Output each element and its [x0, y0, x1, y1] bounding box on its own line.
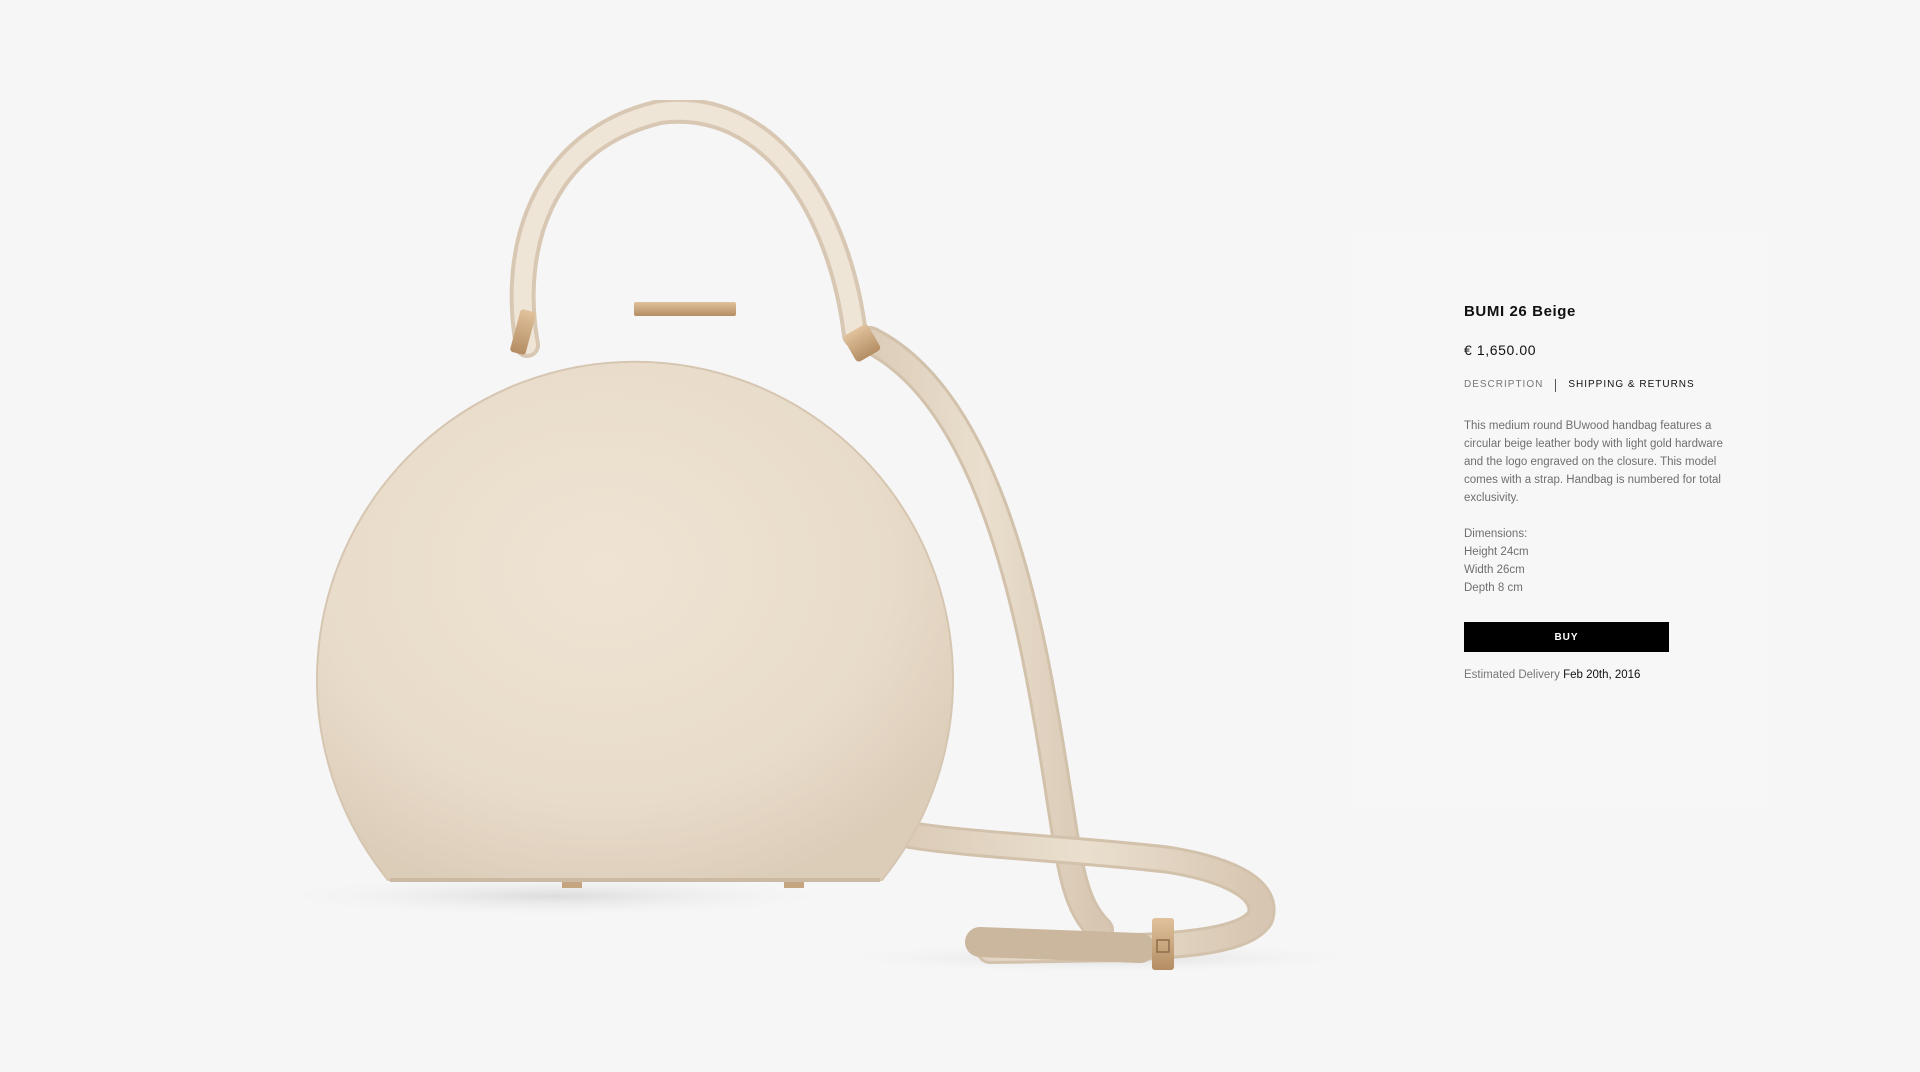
product-details-panel: BUMI 26 Beige € 1,650.00 DESCRIPTION SHI…: [1350, 230, 1770, 810]
buy-button[interactable]: BUY: [1464, 622, 1669, 652]
tab-divider: [1555, 378, 1557, 392]
product-dimensions: Dimensions: Height 24cm Width 26cm Depth…: [1464, 525, 1770, 597]
product-image: [255, 97, 1450, 1000]
delivery-date: Feb 20th, 2016: [1563, 669, 1641, 681]
info-tabs: DESCRIPTION SHIPPING & RETURNS: [1464, 378, 1770, 392]
estimated-delivery: Estimated Delivery Feb 20th, 2016: [1464, 667, 1770, 683]
product-title: BUMI 26 Beige: [1464, 303, 1576, 320]
tab-description[interactable]: DESCRIPTION: [1464, 378, 1543, 392]
handbag-illustration: [255, 97, 1380, 974]
product-price: € 1,650.00: [1464, 342, 1537, 358]
product-page: BUMI 26 Beige € 1,650.00 DESCRIPTION SHI…: [0, 0, 1920, 1072]
dimensions-heading: Dimensions:: [1464, 528, 1528, 540]
delivery-label: Estimated Delivery: [1464, 669, 1560, 681]
dimension-height: Height 24cm: [1464, 546, 1529, 558]
tab-shipping-returns[interactable]: SHIPPING & RETURNS: [1568, 378, 1694, 392]
dimension-depth: Depth 8 cm: [1464, 582, 1523, 594]
product-description: This medium round BUwood handbag feature…: [1464, 420, 1723, 504]
dimension-width: Width 26cm: [1464, 564, 1525, 576]
